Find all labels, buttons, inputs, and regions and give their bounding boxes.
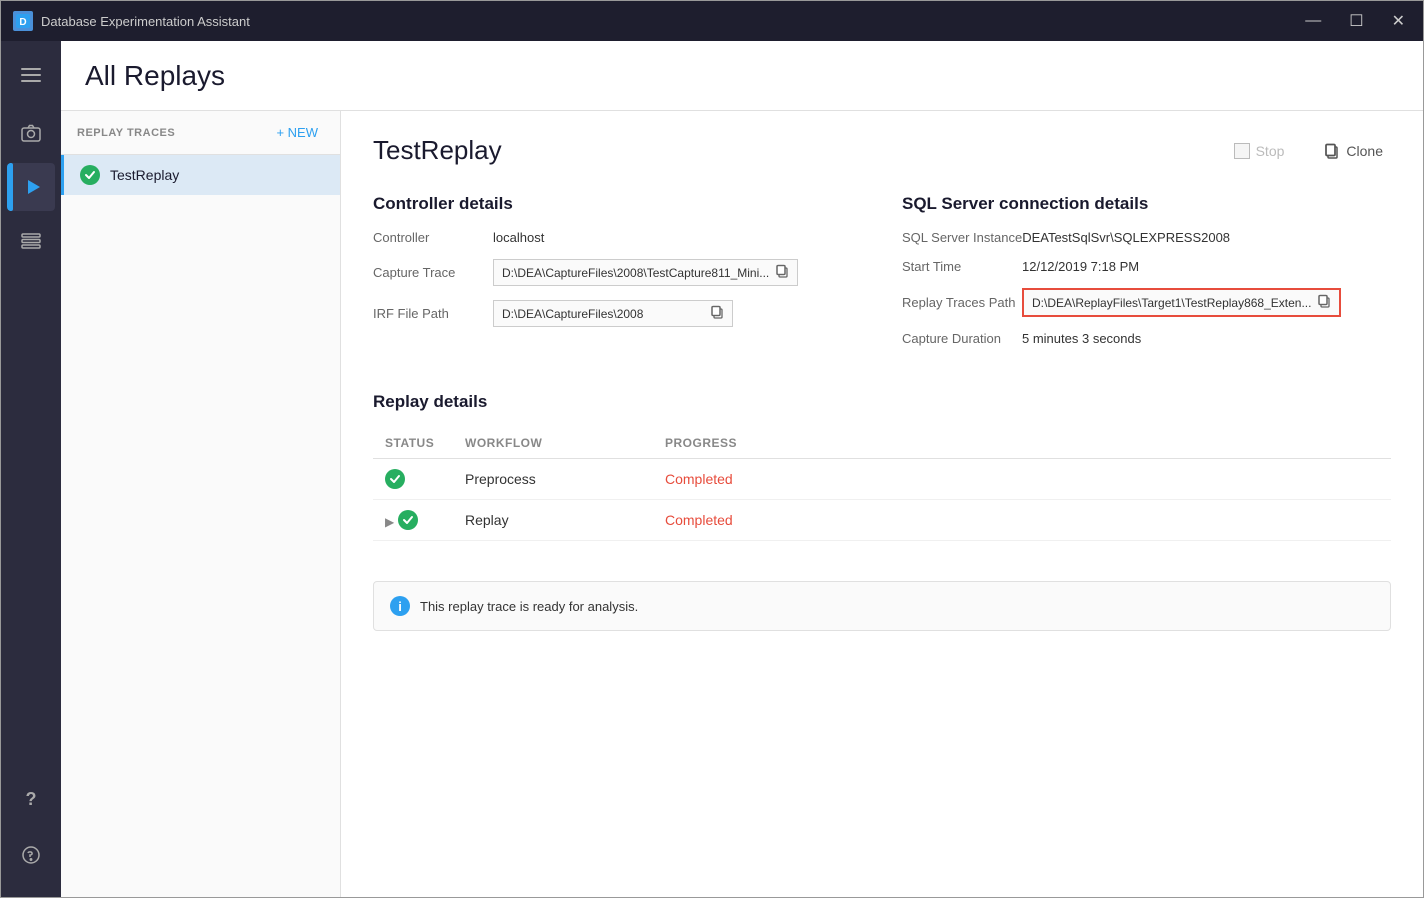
- replay-traces-path-copy-icon[interactable]: [1317, 294, 1331, 311]
- row1-workflow: Preprocess: [453, 459, 653, 500]
- row1-status-cell: [373, 459, 453, 500]
- table-row: Preprocess Completed: [373, 459, 1391, 500]
- traces-panel: REPLAY TRACES + NEW TestReplay: [61, 111, 341, 897]
- replay-traces-path-input[interactable]: D:\DEA\ReplayFiles\Target1\TestReplay868…: [1022, 288, 1341, 317]
- trace-status-icon: [80, 165, 100, 185]
- controller-label: Controller: [373, 230, 493, 245]
- capture-duration-field: Capture Duration 5 minutes 3 seconds: [902, 331, 1391, 346]
- new-replay-button[interactable]: + NEW: [270, 123, 324, 142]
- sql-section-title: SQL Server connection details: [902, 194, 1391, 214]
- table-row: ▶ Replay Completed: [373, 500, 1391, 541]
- capture-trace-value: D:\DEA\CaptureFiles\2008\TestCapture811_…: [502, 266, 769, 280]
- controller-section-title: Controller details: [373, 194, 862, 214]
- detail-header: TestReplay Stop Clone: [373, 135, 1391, 166]
- col-workflow: WORKFLOW: [453, 428, 653, 459]
- minimize-button[interactable]: —: [1299, 9, 1327, 33]
- irf-file-path-label: IRF File Path: [373, 306, 493, 321]
- detail-actions: Stop Clone: [1226, 139, 1391, 163]
- sql-instance-field: SQL Server Instance DEATestSqlSvr\SQLEXP…: [902, 230, 1391, 245]
- close-button[interactable]: ✕: [1386, 9, 1411, 33]
- capture-trace-field: Capture Trace D:\DEA\CaptureFiles\2008\T…: [373, 259, 862, 286]
- sql-instance-value: DEATestSqlSvr\SQLEXPRESS2008: [1022, 230, 1230, 245]
- capture-trace-label: Capture Trace: [373, 265, 493, 280]
- stop-label: Stop: [1256, 143, 1285, 159]
- row2-status-icon: [398, 510, 418, 530]
- irf-file-path-value: D:\DEA\CaptureFiles\2008: [502, 307, 704, 321]
- nav-analysis[interactable]: [7, 217, 55, 265]
- trace-name: TestReplay: [110, 167, 179, 183]
- trace-item-testreplay[interactable]: TestReplay: [61, 155, 340, 195]
- col-progress: PROGRESS: [653, 428, 1391, 459]
- stop-button[interactable]: Stop: [1226, 139, 1293, 163]
- sql-section: SQL Server connection details SQL Server…: [902, 194, 1391, 360]
- nav-feedback[interactable]: [7, 831, 55, 879]
- nav-sidebar: ?: [1, 41, 61, 897]
- controller-value: localhost: [493, 230, 544, 245]
- irf-file-path-input[interactable]: D:\DEA\CaptureFiles\2008: [493, 300, 733, 327]
- window-controls: — ☐ ✕: [1299, 9, 1411, 33]
- title-bar: D Database Experimentation Assistant — ☐…: [1, 1, 1423, 41]
- traces-header: REPLAY TRACES + NEW: [61, 111, 340, 155]
- nav-menu[interactable]: [7, 51, 55, 99]
- replay-traces-path-field: Replay Traces Path D:\DEA\ReplayFiles\Ta…: [902, 288, 1391, 317]
- capture-trace-copy-icon[interactable]: [775, 264, 789, 281]
- controller-section: Controller details Controller localhost …: [373, 194, 862, 360]
- replay-table: STATUS WORKFLOW PROGRESS: [373, 428, 1391, 541]
- clone-icon: [1324, 143, 1340, 159]
- info-text: This replay trace is ready for analysis.: [420, 599, 638, 614]
- irf-file-path-field: IRF File Path D:\DEA\CaptureFiles\2008: [373, 300, 862, 327]
- stop-checkbox: [1234, 143, 1250, 159]
- clone-button[interactable]: Clone: [1316, 139, 1391, 163]
- row2-workflow: Replay: [453, 500, 653, 541]
- info-icon: i: [390, 596, 410, 616]
- page-title: All Replays: [85, 60, 225, 92]
- irf-file-path-copy-icon[interactable]: [710, 305, 724, 322]
- detail-panel: TestReplay Stop Clone: [341, 111, 1423, 897]
- window-title: Database Experimentation Assistant: [41, 14, 1299, 29]
- row2-progress: Completed: [653, 500, 1391, 541]
- row1-progress: Completed: [653, 459, 1391, 500]
- nav-help[interactable]: ?: [7, 775, 55, 823]
- start-time-field: Start Time 12/12/2019 7:18 PM: [902, 259, 1391, 274]
- app-header: All Replays: [61, 41, 1423, 111]
- traces-header-label: REPLAY TRACES: [77, 127, 175, 139]
- row1-status-icon: [385, 469, 405, 489]
- capture-trace-input[interactable]: D:\DEA\CaptureFiles\2008\TestCapture811_…: [493, 259, 798, 286]
- detail-title: TestReplay: [373, 135, 502, 166]
- row2-status-cell: ▶: [373, 500, 453, 541]
- replay-section-title: Replay details: [373, 392, 1391, 412]
- info-bar: i This replay trace is ready for analysi…: [373, 581, 1391, 631]
- app-icon: D: [13, 11, 33, 31]
- controller-field: Controller localhost: [373, 230, 862, 245]
- row2-play-icon: ▶: [385, 515, 394, 529]
- nav-replay[interactable]: [7, 163, 55, 211]
- replay-traces-path-label: Replay Traces Path: [902, 295, 1022, 310]
- start-time-value: 12/12/2019 7:18 PM: [1022, 259, 1139, 274]
- replay-section: Replay details STATUS WORKFLOW PROGRESS: [373, 392, 1391, 541]
- svg-text:D: D: [19, 17, 26, 28]
- replay-traces-path-value: D:\DEA\ReplayFiles\Target1\TestReplay868…: [1032, 296, 1311, 310]
- sql-instance-label: SQL Server Instance: [902, 230, 1022, 245]
- nav-camera[interactable]: [7, 109, 55, 157]
- maximize-button[interactable]: ☐: [1343, 9, 1369, 33]
- start-time-label: Start Time: [902, 259, 1022, 274]
- details-two-col: Controller details Controller localhost …: [373, 194, 1391, 360]
- capture-duration-value: 5 minutes 3 seconds: [1022, 331, 1141, 346]
- col-status: STATUS: [373, 428, 453, 459]
- clone-label: Clone: [1346, 143, 1383, 159]
- capture-duration-label: Capture Duration: [902, 331, 1022, 346]
